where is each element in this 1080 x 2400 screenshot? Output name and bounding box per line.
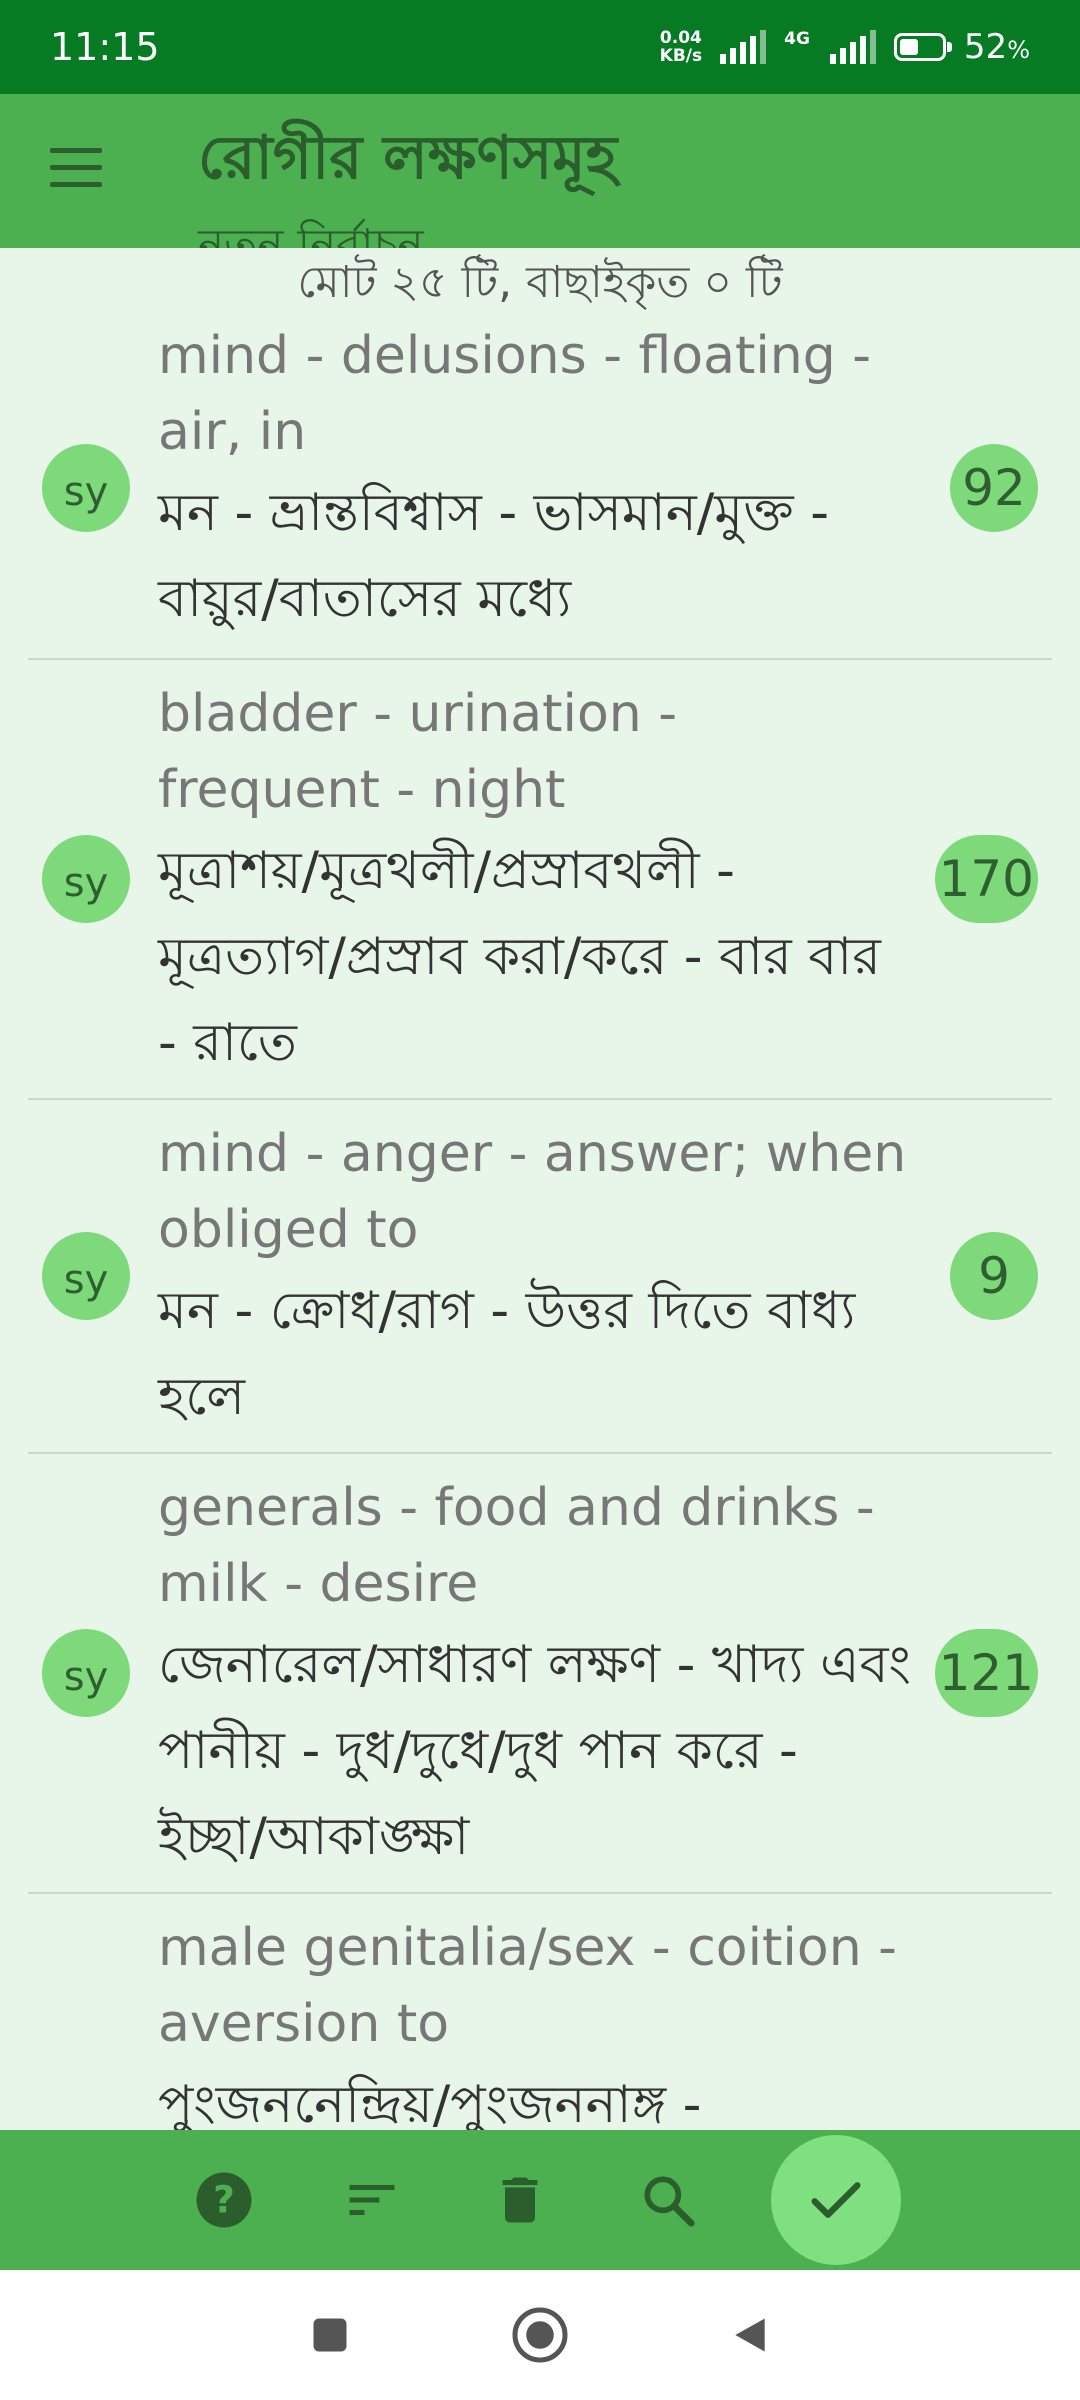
summary-text: মোট ২৫ টি, বাছাইকৃত ০ টি: [297, 257, 783, 308]
app-bar: রোগীর লক্ষণসমূহ নতুন নির্বাচন: [0, 94, 1080, 248]
network-type: 4G: [784, 29, 810, 49]
bottom-toolbar: ?: [0, 2130, 1080, 2270]
sy-badge: sy: [42, 1232, 130, 1320]
symptom-bengali: পুংজননেন্দ্রিয়/পুংজননাঙ্গ -: [158, 2075, 702, 2130]
page-title: রোগীর লক্ষণসমূহ: [198, 123, 618, 193]
back-button[interactable]: [715, 2300, 785, 2370]
list-item[interactable]: sy male genitalia/sex - coition - aversi…: [28, 1894, 1052, 2130]
confirm-button[interactable]: [771, 2135, 901, 2265]
symptom-english: male genitalia/sex - coition - aversion …: [158, 1918, 897, 2054]
battery-value: 52: [963, 27, 1008, 67]
count-badge: 92: [950, 444, 1038, 532]
recent-apps-button[interactable]: [295, 2300, 365, 2370]
delete-button[interactable]: [475, 2155, 565, 2245]
symptom-bengali: মন - ভ্রান্তবিশ্বাস - ভাসমান/মুক্ত - বায…: [158, 483, 829, 629]
battery-percent: 52%: [964, 27, 1030, 67]
list-item[interactable]: sy bladder - urination - frequent - nigh…: [28, 660, 1052, 1100]
help-icon: ?: [196, 2172, 252, 2228]
back-triangle-icon: [735, 2318, 765, 2352]
help-button[interactable]: ?: [179, 2155, 269, 2245]
battery-icon: [893, 33, 952, 61]
count-badge: 121: [934, 1629, 1038, 1717]
list-item[interactable]: sy generals - food and drinks - milk - d…: [28, 1454, 1052, 1894]
count-badge: 9: [950, 1232, 1038, 1320]
network-speed-unit: KB/s: [659, 46, 703, 66]
search-icon: [644, 2176, 695, 2227]
symptom-bengali: মন - ক্রোধ/রাগ - উত্তর দিতে বাধ্য হলে: [158, 1281, 856, 1427]
check-icon: [811, 2182, 861, 2218]
symptom-english: mind - anger - answer; when obliged to: [158, 1124, 907, 1260]
signal-icon: [720, 30, 767, 64]
symptom-english: mind - delusions - floating - air, in: [158, 326, 872, 462]
network-speed-value: 0.04: [659, 28, 702, 48]
sy-badge: sy: [42, 835, 130, 923]
signal-icon-2: [829, 30, 876, 64]
symptom-english: bladder - urination - frequent - night: [158, 684, 678, 820]
status-time: 11:15: [50, 25, 160, 69]
svg-text:?: ?: [213, 2178, 235, 2222]
search-button[interactable]: [623, 2155, 713, 2245]
sort-button[interactable]: [327, 2155, 417, 2245]
sy-badge: sy: [42, 444, 130, 532]
list-item[interactable]: sy mind - anger - answer; when obliged t…: [28, 1100, 1052, 1454]
battery-symbol: %: [1007, 36, 1030, 64]
battery-fill: [899, 39, 918, 55]
delete-icon: [502, 2177, 538, 2223]
symptom-english: generals - food and drinks - milk - desi…: [158, 1478, 875, 1614]
count-badge: 170: [934, 835, 1038, 923]
home-circle-icon: [512, 2307, 568, 2363]
sort-icon: [349, 2185, 395, 2215]
symptom-bengali: মূত্রাশয়/মূত্রথলী/প্রস্রাবথলী - মূত্রত্…: [158, 841, 881, 1073]
network-speed: 0.04 KB/s: [660, 29, 702, 65]
menu-icon[interactable]: [50, 148, 102, 188]
home-button[interactable]: [505, 2300, 575, 2370]
sy-badge: sy: [42, 1629, 130, 1717]
page-subtitle: নতুন নির্বাচন: [198, 220, 424, 248]
system-nav-bar: [0, 2270, 1080, 2400]
list-item[interactable]: sy mind - delusions - floating - air, in…: [28, 318, 1052, 660]
status-indicators: 0.04 KB/s 4G 52%: [660, 27, 1030, 67]
square-icon: [313, 2318, 347, 2352]
symptom-bengali: জেনারেল/সাধারণ লক্ষণ - খাদ্য এবং পানীয় …: [158, 1635, 911, 1867]
status-bar: 11:15 0.04 KB/s 4G 52%: [0, 0, 1080, 94]
symptom-list[interactable]: sy mind - delusions - floating - air, in…: [0, 318, 1080, 2130]
